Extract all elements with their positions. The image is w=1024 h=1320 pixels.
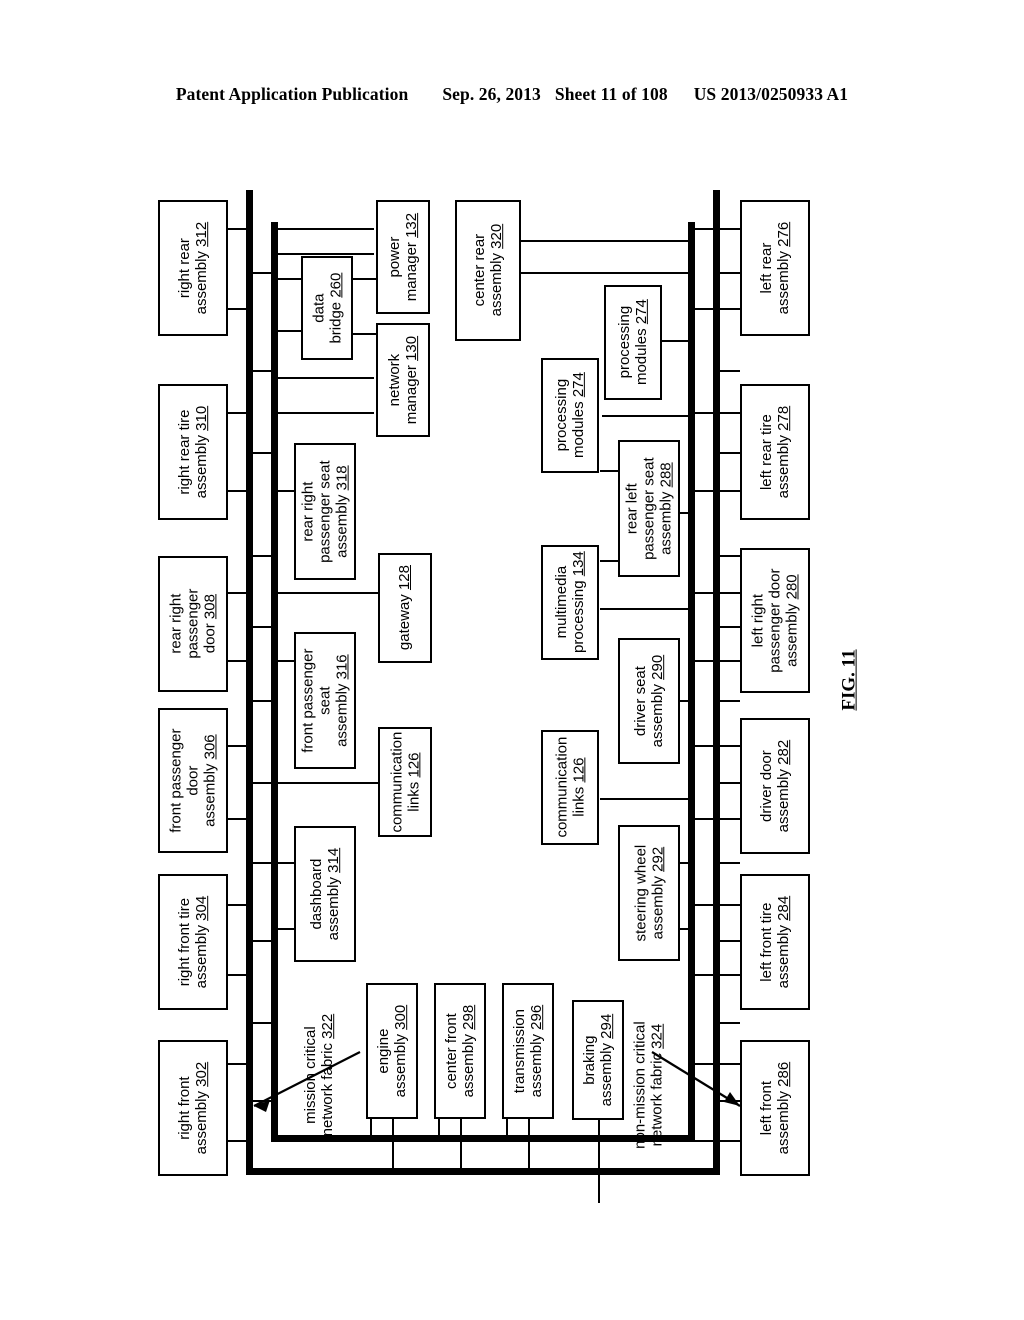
node-label-132: power manager 132 — [385, 212, 420, 302]
wire-320-rail2 — [520, 272, 688, 274]
node-label-274b: processing modules 274 — [615, 299, 650, 386]
node-braking-assembly-294[interactable]: braking assembly 294 — [572, 1000, 624, 1120]
node-label-276: left rear assembly 276 — [757, 221, 792, 315]
annotation-label-324: non-mission critical network fabric 324 — [631, 1021, 667, 1149]
node-processing-modules-274-b[interactable]: processing modules 274 — [604, 285, 662, 400]
wire-multimedia-rail — [600, 608, 690, 610]
node-front-passenger-door-assembly-306[interactable]: front passenger door assembly 306 — [158, 708, 228, 853]
node-label-274a: processing modules 274 — [552, 372, 587, 459]
node-right-front-tire-assembly-304[interactable]: right front tire assembly 304 — [158, 874, 228, 1010]
node-label-134: multimedia processing 134 — [552, 551, 587, 654]
node-label-278: left rear tire assembly 278 — [757, 405, 792, 499]
wire-pm-rail2 — [274, 253, 374, 255]
node-label-284: left front tire assembly 284 — [757, 895, 792, 989]
node-dashboard-assembly-314[interactable]: dashboard assembly 314 — [294, 826, 356, 962]
node-label-296: transmission assembly 296 — [510, 1004, 545, 1098]
node-label-314: dashboard assembly 314 — [307, 847, 342, 941]
node-rear-right-passenger-seat-assembly-318[interactable]: rear right passenger seat assembly 318 — [294, 443, 356, 580]
node-label-286: left front assembly 286 — [757, 1061, 792, 1155]
node-driver-door-assembly-282[interactable]: driver door assembly 282 — [740, 718, 810, 854]
node-driver-seat-assembly-290[interactable]: driver seat assembly 290 — [618, 638, 680, 764]
node-multimedia-processing-134[interactable]: multimedia processing 134 — [541, 545, 599, 660]
node-power-manager-132[interactable]: power manager 132 — [376, 200, 430, 314]
figure-caption: FIG. 11 — [820, 620, 880, 740]
bus-mission-critical-left-rail — [246, 190, 253, 1175]
wire-cl2-rail — [600, 798, 690, 800]
node-label-312: right rear assembly 312 — [175, 221, 210, 315]
node-left-front-tire-assembly-284[interactable]: left front tire assembly 284 — [740, 874, 810, 1010]
node-front-passenger-seat-assembly-316[interactable]: front passenger seat assembly 316 — [294, 632, 356, 769]
wire-294-drop — [598, 1118, 600, 1203]
node-rear-right-passenger-door-308[interactable]: rear right passenger door 308 — [158, 556, 228, 692]
annotation-label-322: mission critical network fabric 322 — [301, 1013, 337, 1137]
node-left-front-assembly-286[interactable]: left front assembly 286 — [740, 1040, 810, 1176]
node-label-290: driver seat assembly 290 — [631, 654, 666, 748]
node-right-front-assembly-302[interactable]: right front assembly 302 — [158, 1040, 228, 1176]
node-label-260: data bridge 260 — [309, 272, 344, 344]
node-label-320: center rear assembly 320 — [470, 224, 505, 317]
wire-bridge-network — [352, 333, 376, 335]
node-left-rear-assembly-276[interactable]: left rear assembly 276 — [740, 200, 810, 336]
wire-318-gw — [356, 592, 378, 594]
node-label-282: driver door assembly 282 — [757, 739, 792, 833]
bus-non-mission-critical-right-rail — [688, 222, 695, 1142]
node-label-292: steering wheel assembly 292 — [631, 844, 667, 942]
wire-296-drop — [528, 1118, 530, 1170]
node-steering-wheel-assembly-292[interactable]: steering wheel assembly 292 — [618, 825, 680, 961]
annotation-non-mission-critical-network-fabric-324: non-mission critical network fabric 324 — [620, 985, 678, 1185]
node-label-294: braking assembly 294 — [580, 1013, 615, 1107]
node-label-318: rear right passenger seat assembly 318 — [299, 460, 351, 563]
node-label-310: right rear tire assembly 310 — [175, 405, 210, 499]
wire-nm-rail — [274, 377, 374, 379]
wire-320-rail1 — [520, 240, 688, 242]
figure-caption-label: FIG. 11 — [839, 649, 861, 711]
node-label-302: right front assembly 302 — [175, 1061, 210, 1155]
wire-nm-rail2 — [274, 412, 374, 414]
node-label-316: front passenger seat assembly 316 — [299, 648, 351, 753]
node-network-manager-130[interactable]: network manager 130 — [376, 323, 430, 437]
wire-pm-rail — [274, 228, 374, 230]
bus-mission-critical-right-rail — [713, 190, 720, 1175]
node-data-bridge-260[interactable]: data bridge 260 — [301, 256, 353, 360]
node-label-126b: communication links 126 — [552, 737, 588, 838]
node-communication-links-126-b[interactable]: communication links 126 — [541, 730, 599, 845]
annotation-mission-critical-network-fabric-322: mission critical network fabric 322 — [290, 985, 348, 1165]
node-communication-links-126-a[interactable]: communication links 126 — [378, 727, 432, 837]
node-label-306: front passenger door assembly 306 — [167, 728, 219, 833]
node-label-298: center front assembly 298 — [442, 1004, 477, 1098]
node-processing-modules-274-a[interactable]: processing modules 274 — [541, 358, 599, 473]
node-center-rear-assembly-320[interactable]: center rear assembly 320 — [455, 200, 521, 341]
wire-298-drop — [460, 1118, 462, 1170]
wire-274a-bus — [662, 340, 690, 342]
wire-bridge-power — [352, 278, 376, 280]
node-rear-left-passenger-seat-assembly-288[interactable]: rear left passenger seat assembly 288 — [618, 440, 680, 577]
wire-274b-rail — [602, 415, 690, 417]
node-label-126a: communication links 126 — [387, 731, 423, 833]
wire-300-drop — [392, 1118, 394, 1170]
node-right-rear-assembly-312[interactable]: right rear assembly 312 — [158, 200, 228, 336]
node-left-right-passenger-door-assembly-280[interactable]: left right passenger door assembly 280 — [740, 548, 810, 693]
node-label-280: left right passenger door assembly 280 — [749, 568, 801, 673]
node-label-130: network manager 130 — [385, 335, 420, 425]
node-right-rear-tire-assembly-310[interactable]: right rear tire assembly 310 — [158, 384, 228, 520]
node-label-300: engine assembly 300 — [374, 1004, 409, 1098]
node-label-304: right front tire assembly 304 — [175, 895, 210, 989]
node-left-rear-tire-assembly-278[interactable]: left rear tire assembly 278 — [740, 384, 810, 520]
wire-316-cl — [356, 782, 378, 784]
node-transmission-assembly-296[interactable]: transmission assembly 296 — [502, 983, 554, 1119]
bus-non-mission-critical-left-rail — [271, 222, 278, 1142]
node-gateway-128[interactable]: gateway 128 — [378, 553, 432, 663]
node-label-308: rear right passenger door 308 — [167, 588, 219, 660]
figure-11-diagram: right rear assembly 312 right rear tire as… — [0, 0, 1024, 1320]
node-engine-assembly-300[interactable]: engine assembly 300 — [366, 983, 418, 1119]
node-center-front-assembly-298[interactable]: center front assembly 298 — [434, 983, 486, 1119]
node-label-288: rear left passenger seat assembly 288 — [623, 457, 675, 560]
node-label-128: gateway 128 — [396, 565, 414, 651]
